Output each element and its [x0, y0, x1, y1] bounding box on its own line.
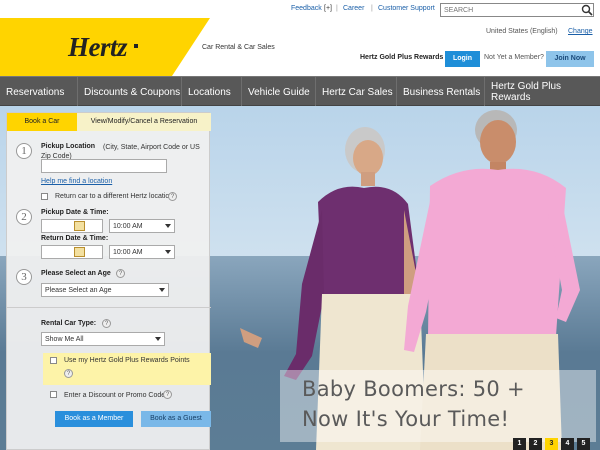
gold-rewards-label: Hertz Gold Plus Rewards: [360, 54, 444, 61]
nav-business-rentals[interactable]: Business Rentals: [397, 77, 485, 107]
hero-headline-line2: Now It's Your Time!: [302, 407, 510, 431]
help-icon[interactable]: ?: [116, 269, 125, 278]
hero-headline-box[interactable]: Baby Boomers: 50 + Now It's Your Time!: [280, 370, 596, 442]
career-link[interactable]: Career: [343, 5, 364, 12]
age-select[interactable]: Please Select an Age: [41, 283, 169, 297]
nav-car-sales[interactable]: Hertz Car Sales: [316, 77, 397, 107]
booking-panel: Book a Car View/Modify/Cancel a Reservat…: [6, 112, 211, 450]
calendar-icon[interactable]: [74, 221, 85, 231]
discount-label: Enter a Discount or Promo Code: [64, 392, 166, 399]
tagline: Car Rental & Car Sales: [202, 44, 275, 51]
chevron-down-icon: [165, 224, 171, 228]
return-time-value: 10:00 AM: [113, 249, 143, 256]
slide-1-button[interactable]: 1: [513, 438, 526, 450]
help-icon[interactable]: ?: [168, 192, 177, 201]
hero-headline-line1: Baby Boomers: 50 +: [302, 377, 525, 401]
return-different-checkbox[interactable]: [41, 193, 48, 200]
main-nav: Reservations Discounts & Coupons Locatio…: [0, 76, 600, 107]
step-1-icon: 1: [16, 143, 32, 159]
help-icon[interactable]: ?: [163, 390, 172, 399]
car-type-value: Show Me All: [45, 336, 84, 343]
login-button[interactable]: Login: [445, 51, 480, 67]
locale-label: United States (English): [486, 28, 558, 35]
tab-view-modify[interactable]: View/Modify/Cancel a Reservation: [77, 113, 211, 131]
pickup-location-input[interactable]: [41, 159, 167, 173]
search-input[interactable]: [440, 3, 594, 17]
customer-support-link[interactable]: Customer Support: [378, 5, 435, 12]
logo-dot: [134, 44, 138, 48]
discount-checkbox[interactable]: [50, 391, 57, 398]
gold-points-box: Use my Hertz Gold Plus Rewards Points ?: [43, 353, 211, 385]
nav-gold-rewards[interactable]: Hertz Gold Plus Rewards: [485, 77, 600, 107]
nav-locations[interactable]: Locations: [182, 77, 242, 107]
return-datetime-label: Return Date & Time:: [41, 235, 109, 242]
chevron-down-icon: [155, 337, 161, 341]
book-as-member-button[interactable]: Book as a Member: [55, 411, 133, 427]
pickup-time-value: 10:00 AM: [113, 223, 143, 230]
not-member-label: Not Yet a Member?: [484, 54, 544, 61]
help-icon[interactable]: ?: [64, 369, 73, 378]
pickup-datetime-label: Pickup Date & Time:: [41, 209, 109, 216]
step-2-icon: 2: [16, 209, 32, 225]
feedback-link[interactable]: Feedback: [291, 5, 322, 12]
car-type-label: Rental Car Type:: [41, 320, 97, 327]
book-as-guest-button[interactable]: Book as a Guest: [141, 411, 211, 427]
return-date-input[interactable]: [41, 245, 103, 259]
help-find-location-link[interactable]: Help me find a location: [41, 178, 112, 185]
calendar-icon[interactable]: [74, 247, 85, 257]
return-time-select[interactable]: 10:00 AM: [109, 245, 175, 259]
use-points-checkbox[interactable]: [50, 357, 57, 364]
pickup-time-select[interactable]: 10:00 AM: [109, 219, 175, 233]
slide-2-button[interactable]: 2: [529, 438, 542, 450]
divider: [7, 307, 211, 308]
hertz-logo[interactable]: Hertz: [68, 32, 128, 63]
pickup-date-input[interactable]: [41, 219, 103, 233]
car-type-select[interactable]: Show Me All: [41, 332, 165, 346]
nav-vehicle-guide[interactable]: Vehicle Guide: [242, 77, 316, 107]
age-label: Please Select an Age: [41, 270, 111, 277]
help-icon[interactable]: ?: [102, 319, 111, 328]
chevron-down-icon: [165, 250, 171, 254]
chevron-down-icon: [159, 288, 165, 292]
slide-3-button[interactable]: 3: [545, 438, 558, 450]
return-different-label: Return car to a different Hertz location: [55, 193, 174, 200]
age-select-value: Please Select an Age: [45, 287, 112, 294]
tab-book-a-car[interactable]: Book a Car: [7, 113, 77, 131]
search-icon[interactable]: [580, 3, 594, 17]
join-now-button[interactable]: Join Now: [546, 51, 594, 67]
utility-bar: Feedback [+] | Career | Customer Support: [0, 0, 600, 18]
nav-reservations[interactable]: Reservations: [0, 77, 78, 107]
step-3-icon: 3: [16, 269, 32, 285]
feedback-icon[interactable]: [+]: [324, 5, 332, 12]
nav-discounts[interactable]: Discounts & Coupons: [78, 77, 182, 107]
slide-5-button[interactable]: 5: [577, 438, 590, 450]
change-locale-link[interactable]: Change: [568, 28, 593, 35]
use-points-label: Use my Hertz Gold Plus Rewards Points: [64, 357, 190, 364]
slide-4-button[interactable]: 4: [561, 438, 574, 450]
